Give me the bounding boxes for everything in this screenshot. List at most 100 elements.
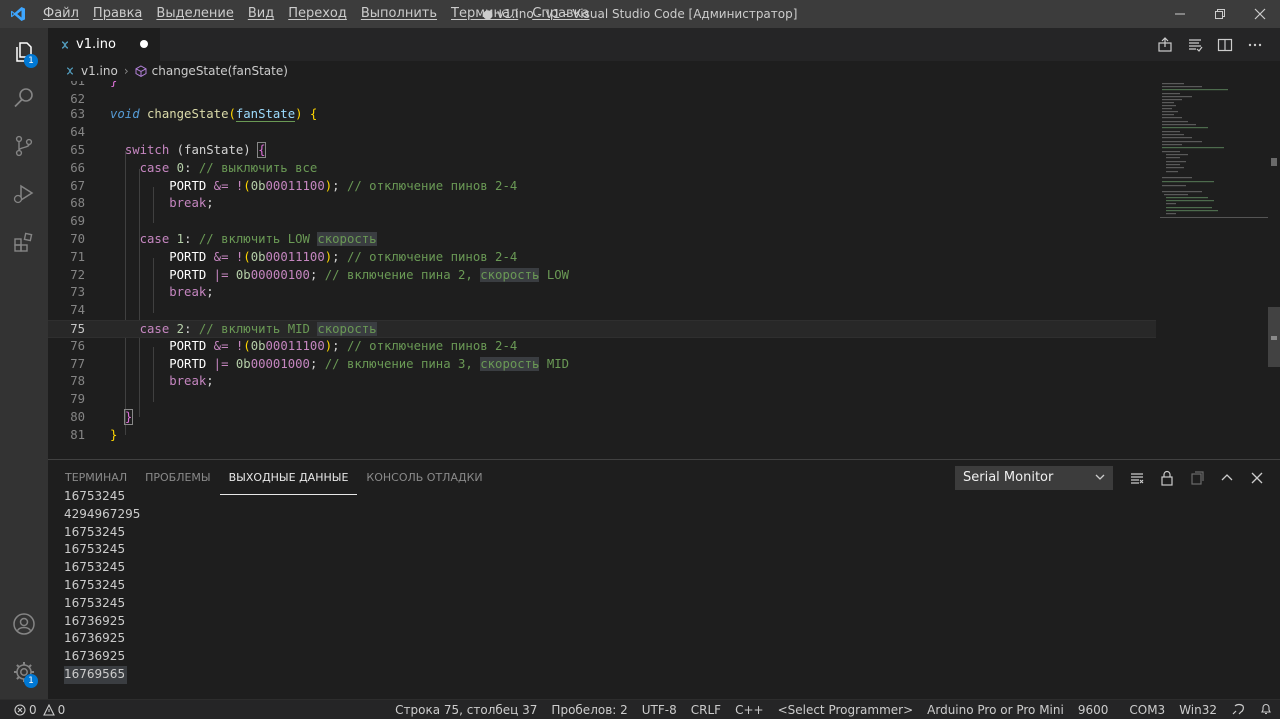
chevron-down-icon [1095,474,1105,480]
line-number: 69 [70,214,85,229]
title-bar: Файл Правка Выделение Вид Переход Выполн… [0,0,1280,28]
menu-go[interactable]: Переход [281,0,354,28]
editor-actions [1150,28,1270,61]
code-line: 73 break; [48,284,1156,302]
warning-count: 0 [57,702,66,717]
output-line: 16753245 [64,542,126,557]
programmer-select[interactable]: <Select Programmer> [771,703,921,717]
window-controls [1160,0,1280,28]
vertical-scrollbar[interactable] [1268,81,1280,459]
output-log[interactable]: 16753245 4294967295 16753245 16753245 16… [64,489,141,684]
unsaved-dot-icon[interactable] [140,40,148,48]
menu-run[interactable]: Выполнить [354,0,444,28]
line-number: 73 [70,285,85,300]
feedback-icon [1232,703,1244,714]
tab-v1-ino[interactable]: v1.ino [48,28,160,61]
code-line: 65 switch (fanState) { [48,142,1156,160]
open-log-button[interactable] [1182,460,1212,495]
notifications-button[interactable] [1252,702,1280,719]
error-icon [14,703,26,716]
code-line: 71 PORTD &= !(0b00011100); // отключение… [48,249,1156,267]
accounts-button[interactable] [0,600,48,648]
lock-icon [1161,470,1173,486]
output-line: 16753245 [64,577,126,592]
code-line: 78 break; [48,373,1156,391]
menu-help[interactable]: Справка [525,0,596,28]
status-bar-right: Строка 75, столбец 37 Пробелов: 2 UTF-8 … [388,700,1280,719]
language-mode[interactable]: C++ [728,703,771,717]
restore-button[interactable] [1200,0,1240,28]
more-actions-button[interactable] [1240,28,1270,61]
extensions-icon [14,232,33,252]
feedback-button[interactable] [1224,702,1252,719]
line-number: 77 [70,356,85,371]
minimap[interactable] [1160,81,1268,241]
maximize-panel-button[interactable] [1212,460,1242,495]
explorer-button[interactable]: 1 [0,28,48,76]
search-icon [14,88,33,108]
cursor-position[interactable]: Строка 75, столбец 37 [388,703,544,717]
lock-scroll-button[interactable] [1152,460,1182,495]
menu-file[interactable]: Файл [36,0,86,28]
source-control-button[interactable] [0,122,48,170]
extensions-button[interactable] [0,218,48,266]
line-number: 70 [70,232,85,246]
code-line: 70 case 1: // включить LOW скорость [48,231,1156,249]
encoding[interactable]: UTF-8 [635,703,684,717]
bell-icon [1261,703,1271,714]
line-number: 78 [70,374,85,389]
output-channel-value: Serial Monitor [963,470,1054,485]
upload-button[interactable] [1150,28,1180,61]
end-of-line[interactable]: CRLF [684,703,728,717]
manage-button[interactable]: 1 [0,648,48,696]
explorer-badge: 1 [24,54,38,68]
accounts-badge: 1 [24,674,38,688]
menu-terminal[interactable]: Терминал [444,0,525,28]
close-panel-button[interactable] [1242,460,1272,495]
output-line: 16753245 [64,524,126,539]
indentation[interactable]: Пробелов: 2 [544,703,634,717]
clear-output-button[interactable] [1122,460,1152,495]
source-control-icon [15,135,33,157]
output-line: 16753245 [64,595,126,610]
code-line: 79 [48,391,1156,409]
close-window-button[interactable] [1240,0,1280,28]
run-debug-icon [13,184,34,204]
search-button[interactable] [0,74,48,122]
output-line: 16753245 [64,489,126,503]
split-editor-icon [1217,38,1233,51]
output-channel-select[interactable]: Serial Monitor [955,466,1113,490]
code-line: 80 } [48,409,1156,427]
baud-rate[interactable]: 9600 [1071,703,1116,717]
copy-icon [1191,470,1204,485]
platform[interactable]: Win32 [1172,703,1224,717]
code-line: 66 case 0: // выключить все [48,160,1156,178]
menu-edit[interactable]: Правка [86,0,149,28]
serial-port[interactable]: COM3 [1115,703,1172,717]
code-line: 72 PORTD |= 0b00000100; // включение пин… [48,267,1156,285]
minimize-button[interactable] [1160,0,1200,28]
problems-status[interactable]: 0 0 [0,703,65,717]
code-line: 68 break; [48,195,1156,213]
panel-actions [1122,460,1272,495]
line-number: 64 [70,125,85,140]
tab-problems[interactable]: ПРОБЛЕМЫ [136,460,220,495]
line-number: 79 [70,392,85,407]
run-debug-button[interactable] [0,170,48,218]
menu-view[interactable]: Вид [241,0,281,28]
output-line: 4294967295 [64,506,141,521]
verify-button[interactable] [1180,28,1210,61]
breadcrumb-symbol[interactable]: changeState(fanState) [152,64,288,78]
close-icon [1251,472,1263,483]
code-line: 67 PORTD &= !(0b00011100); // отключение… [48,178,1156,196]
output-line: 16736925 [64,613,126,628]
breadcrumb-file[interactable]: v1.ino [81,64,118,78]
split-editor-button[interactable] [1210,28,1240,61]
code-editor[interactable]: 61} 62 63 void changeState(fanState) { 64… [48,81,1280,459]
close-icon [1254,8,1266,20]
tab-debug-console[interactable]: КОНСОЛЬ ОТЛАДКИ [357,460,491,495]
menu-selection[interactable]: Выделение [149,0,240,28]
tab-output[interactable]: ВЫХОДНЫЕ ДАННЫЕ [219,460,358,495]
editor-tab-bar: v1.ino [48,28,1280,61]
board-select[interactable]: Arduino Pro or Pro Mini [920,703,1071,717]
